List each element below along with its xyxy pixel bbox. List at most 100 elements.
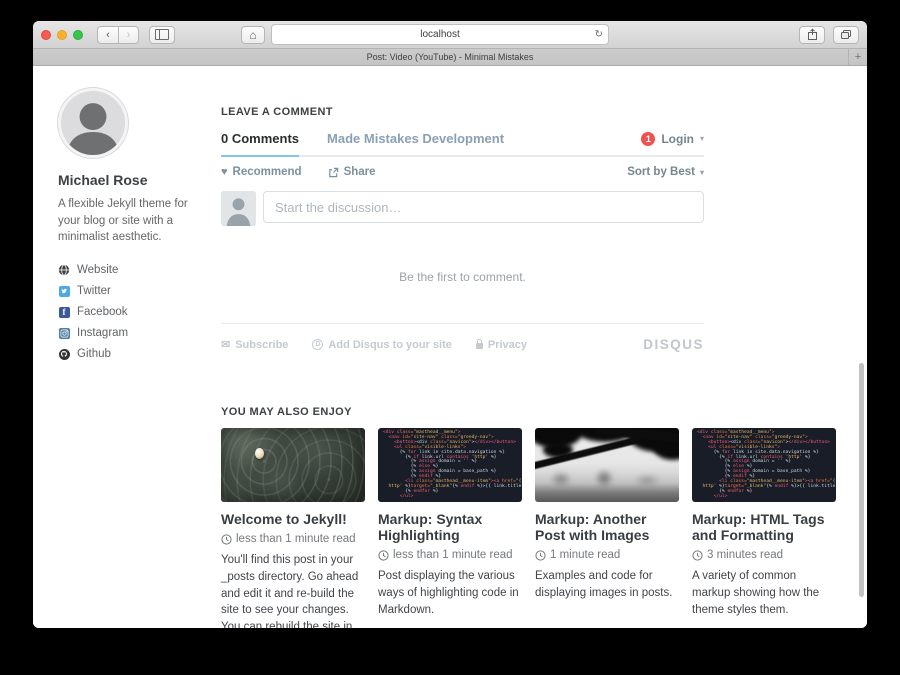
toolbar-right-buttons [799, 26, 859, 44]
share-icon [807, 28, 818, 41]
related-post-card[interactable]: <div class="masthead__menu"> <nav id="si… [692, 428, 836, 628]
disqus-footer: ✉ Subscribe D Add Disqus to your site Pr… [221, 337, 704, 352]
related-posts: Welcome to Jekyll! less than 1 minute re… [221, 428, 836, 628]
read-time: less than 1 minute read [221, 533, 365, 545]
read-time-label: less than 1 minute read [393, 549, 513, 561]
read-time-label: less than 1 minute read [236, 533, 356, 545]
page-content: Michael Rose A flexible Jekyll theme for… [33, 66, 867, 628]
comment-count-label: 0 Comments [221, 131, 299, 146]
nav-buttons: ‹ › [97, 26, 139, 44]
home-icon: ⌂ [249, 28, 256, 42]
post-excerpt: Examples and code for displaying images … [535, 568, 679, 601]
comment-editor-row [221, 191, 704, 226]
zoom-window-button[interactable] [73, 30, 83, 40]
sidebar-link-github[interactable]: Github [58, 348, 208, 360]
disqus-logo[interactable]: DISQUS [643, 337, 704, 352]
read-time: less than 1 minute read [378, 549, 522, 561]
share-comments-button[interactable]: Share [328, 166, 376, 178]
add-disqus-label: Add Disqus to your site [328, 339, 451, 351]
sidebar-icon [155, 29, 169, 40]
sidebar-link-twitter[interactable]: Twitter [58, 285, 208, 297]
sort-by-best-dropdown[interactable]: Sort by Best ▾ [627, 166, 704, 178]
tab-title[interactable]: Post: Video (YouTube) - Minimal Mistakes [367, 52, 534, 62]
sidebar-link-instagram[interactable]: Instagram [58, 327, 208, 339]
desktop-background: { "browser": { "url": "localhost", "tab_… [0, 0, 900, 675]
subscribe-link[interactable]: ✉ Subscribe [221, 338, 288, 351]
comments-heading: LEAVE A COMMENT [221, 106, 836, 118]
login-control[interactable]: 1 Login ▾ [641, 132, 704, 146]
comment-input[interactable] [263, 191, 704, 223]
new-tab-button[interactable]: + [848, 49, 867, 65]
show-tabs-button[interactable] [833, 26, 859, 44]
forward-button[interactable]: › [118, 26, 139, 44]
back-button[interactable]: ‹ [97, 26, 118, 44]
clock-icon [221, 534, 232, 545]
code-screenshot-thumbnail[interactable]: <div class="masthead__menu"> <nav id="si… [378, 428, 522, 502]
sidebar-link-facebook[interactable]: f Facebook [58, 306, 208, 318]
clock-icon [535, 550, 546, 561]
link-label: Instagram [77, 327, 128, 339]
instagram-icon [58, 327, 70, 339]
chevron-down-icon: ▾ [700, 134, 704, 143]
water-droplet [255, 448, 264, 459]
sidebar-toggle-button[interactable] [149, 26, 175, 44]
disqus-action-row: ♥ Recommend Share Sort by Best ▾ [221, 166, 704, 178]
lock-icon [476, 343, 483, 349]
fog-treeline [535, 466, 679, 488]
subscribe-label: Subscribe [235, 339, 288, 351]
add-disqus-link[interactable]: D Add Disqus to your site [312, 339, 451, 351]
sidebar-link-website[interactable]: Website [58, 264, 208, 276]
post-excerpt: Post displaying the various ways of high… [378, 568, 522, 618]
recommend-label: Recommend [233, 166, 302, 178]
notification-badge[interactable]: 1 [641, 132, 655, 146]
privacy-link[interactable]: Privacy [476, 339, 527, 351]
code-screenshot-thumbnail[interactable]: <div class="masthead__menu"> <nav id="si… [692, 428, 836, 502]
post-title[interactable]: Markup: Another Post with Images [535, 511, 679, 543]
read-time-label: 3 minutes read [707, 549, 783, 561]
close-window-button[interactable] [41, 30, 51, 40]
recommend-button[interactable]: ♥ Recommend [221, 166, 302, 178]
forward-icon: › [127, 29, 131, 41]
clock-icon [692, 550, 703, 561]
clock-icon [378, 550, 389, 561]
reload-icon[interactable]: ↻ [595, 29, 603, 40]
envelope-icon: ✉ [221, 338, 230, 351]
post-excerpt: A variety of common markup showing how t… [692, 568, 836, 618]
post-title[interactable]: Markup: Syntax Highlighting [378, 511, 522, 543]
home-button[interactable]: ⌂ [241, 26, 265, 44]
active-tab-underline [221, 155, 299, 157]
post-title[interactable]: Markup: HTML Tags and Formatting [692, 511, 836, 543]
author-profile: Michael Rose A flexible Jekyll theme for… [58, 88, 208, 369]
forum-name-tab[interactable]: Made Mistakes Development [327, 131, 504, 146]
back-icon: ‹ [106, 29, 110, 41]
related-post-card[interactable]: Welcome to Jekyll! less than 1 minute re… [221, 428, 365, 628]
share-label: Share [344, 166, 376, 178]
disqus-d-icon: D [312, 339, 323, 350]
person-silhouette-icon [221, 191, 256, 226]
facebook-icon: f [58, 306, 70, 318]
link-label: Twitter [77, 285, 111, 297]
main-column: LEAVE A COMMENT 0 Comments Made Mistakes… [221, 66, 836, 628]
author-avatar [58, 88, 128, 158]
related-post-card[interactable]: Markup: Another Post with Images 1 minut… [535, 428, 679, 628]
share-button[interactable] [799, 26, 825, 44]
empty-comments-message: Be the first to comment. [221, 270, 704, 284]
comment-count-tab[interactable]: 0 Comments [221, 131, 299, 146]
scrollbar-thumb[interactable] [859, 363, 864, 597]
sort-label: Sort by Best [627, 166, 695, 178]
window-controls [41, 30, 83, 40]
read-time: 1 minute read [535, 549, 679, 561]
post-title[interactable]: Welcome to Jekyll! [221, 511, 365, 527]
post-excerpt: You'll find this post in your _posts dir… [221, 552, 365, 628]
read-time: 3 minutes read [692, 549, 836, 561]
browser-toolbar: ‹ › ⌂ localhost ↻ [33, 21, 867, 49]
moss-droplet-thumbnail[interactable] [221, 428, 365, 502]
guest-avatar [221, 191, 256, 226]
minimize-window-button[interactable] [57, 30, 67, 40]
author-links: Website Twitter f Facebook [58, 264, 208, 360]
safari-window: ‹ › ⌂ localhost ↻ [33, 21, 867, 628]
related-post-card[interactable]: <div class="masthead__menu"> <nav id="si… [378, 428, 522, 628]
tabs-icon [840, 29, 852, 40]
address-bar[interactable]: localhost ↻ [271, 24, 609, 45]
foggy-tree-thumbnail[interactable] [535, 428, 679, 502]
